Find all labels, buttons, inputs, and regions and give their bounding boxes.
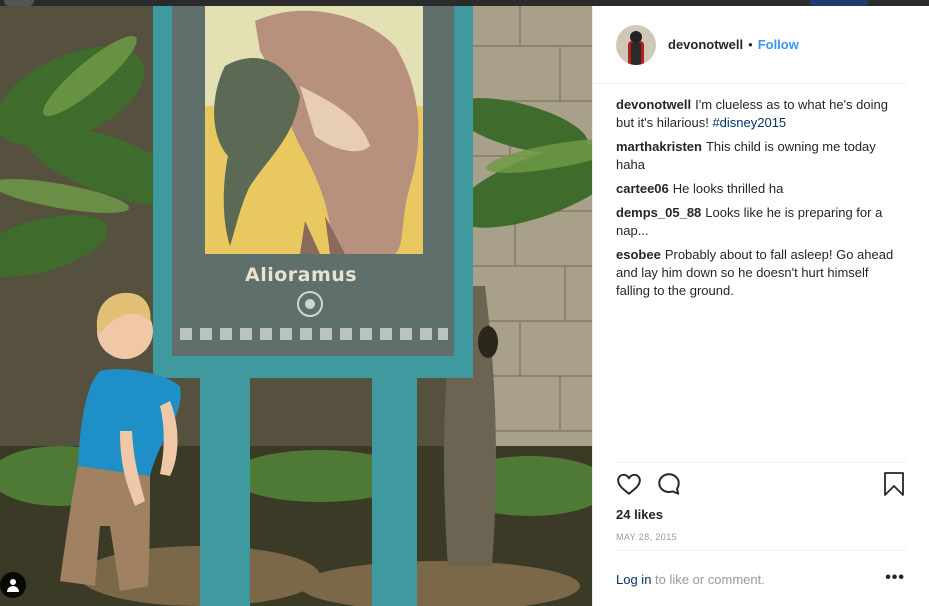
list-item: cartee06 He looks thrilled ha: [616, 180, 906, 198]
header-separator: •: [748, 37, 753, 52]
login-prompt: Log in to like or comment.: [616, 572, 906, 587]
post-photo[interactable]: Alioramus: [0, 6, 592, 606]
bookmark-icon[interactable]: [882, 471, 906, 502]
action-bar: [616, 471, 906, 499]
avatar[interactable]: [616, 24, 656, 65]
header-username[interactable]: devonotwell: [668, 37, 743, 52]
post-date[interactable]: MAY 28, 2015: [616, 532, 677, 542]
login-suffix: to like or comment.: [651, 572, 765, 587]
sign-title: Alioramus: [245, 264, 358, 286]
list-item: demps_05_88 Looks like he is preparing fo…: [616, 204, 906, 240]
heart-icon[interactable]: [616, 471, 642, 502]
login-link[interactable]: Log in: [616, 572, 651, 587]
comment-username[interactable]: esobee: [616, 247, 661, 262]
caption: devonotwell I'm clueless as to what he's …: [616, 96, 906, 132]
photo-illustration: [0, 6, 592, 606]
more-options-button[interactable]: •••: [885, 569, 905, 587]
comment-username[interactable]: marthakristen: [616, 139, 702, 154]
follow-button[interactable]: Follow: [758, 37, 799, 52]
comment-username[interactable]: cartee06: [616, 181, 669, 196]
user-tag-button[interactable]: [0, 572, 26, 598]
divider: [616, 550, 906, 551]
divider: [616, 462, 906, 463]
list-item: marthakristen This child is owning me tod…: [616, 138, 906, 174]
post-header: devonotwell • Follow: [593, 6, 906, 84]
comments-list: devonotwell I'm clueless as to what he's …: [616, 96, 906, 306]
comment-text: He looks thrilled ha: [672, 181, 784, 196]
list-item: esobee Probably about to fall asleep! Go …: [616, 246, 906, 300]
post-side-panel: devonotwell • Follow devonotwell I'm clue…: [592, 6, 929, 606]
user-tag-icon: [7, 578, 19, 592]
comment-icon[interactable]: [656, 471, 682, 502]
caption-hashtag[interactable]: #disney2015: [712, 115, 786, 130]
caption-username[interactable]: devonotwell: [616, 97, 691, 112]
likes-count[interactable]: 24 likes: [616, 507, 663, 522]
comment-username[interactable]: demps_05_88: [616, 205, 701, 220]
